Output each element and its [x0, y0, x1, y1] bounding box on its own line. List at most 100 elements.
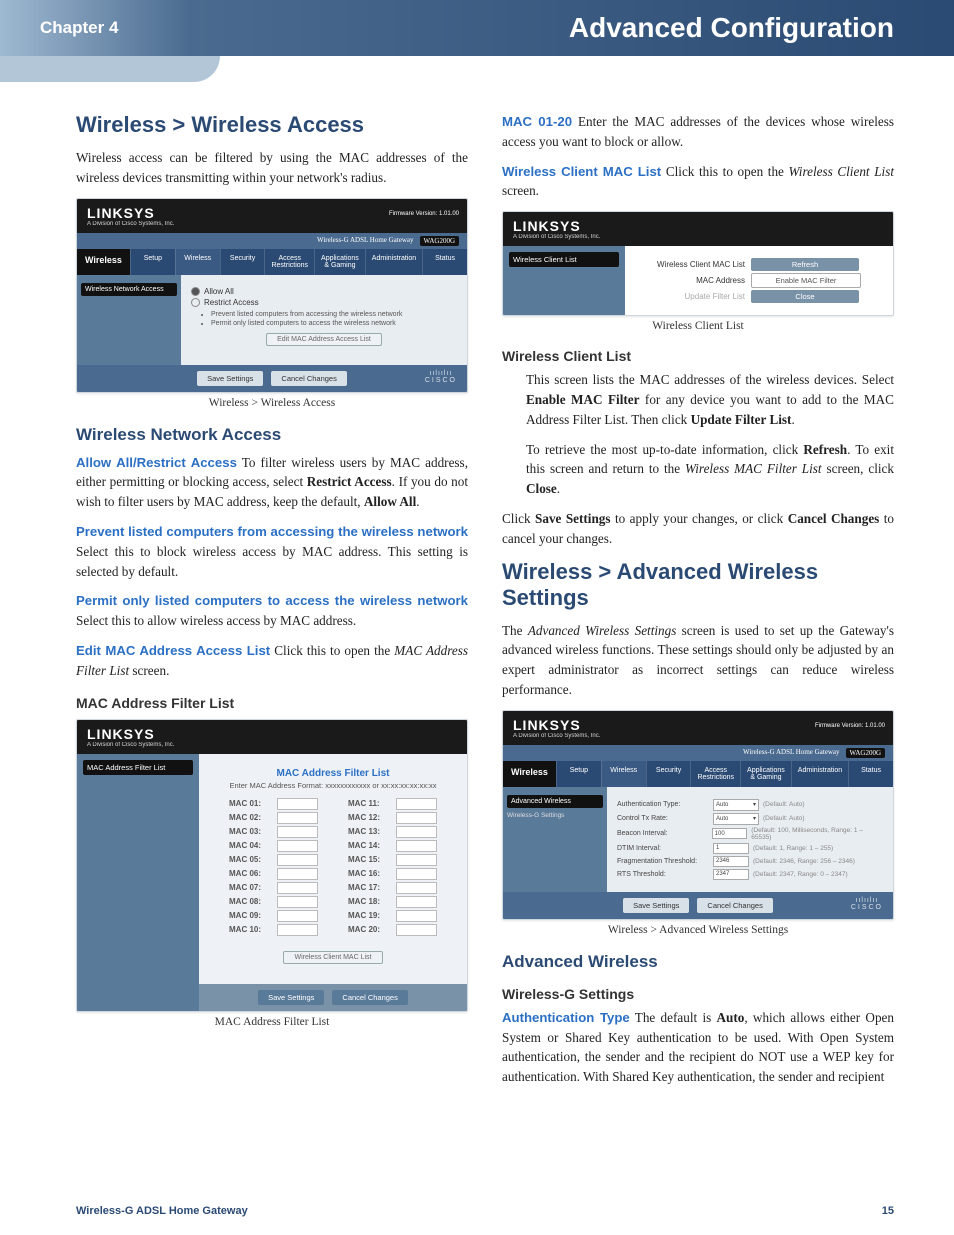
- right-column: MAC 01-20 Enter the MAC addresses of the…: [502, 112, 894, 1097]
- left-column: Wireless > Wireless Access Wireless acce…: [76, 112, 468, 1097]
- subheading-wireless-client-list: Wireless Client List: [502, 348, 894, 364]
- para-client-list-1: This screen lists the MAC addresses of t…: [526, 370, 894, 429]
- mac-field[interactable]: MAC 06:: [229, 868, 318, 880]
- mac-field[interactable]: MAC 18:: [348, 896, 437, 908]
- text-input[interactable]: 2347: [713, 869, 749, 880]
- product-strip: Wireless-G ADSL Home Gateway WAG200G: [503, 745, 893, 761]
- panel-title: MAC Address Filter List: [229, 768, 437, 779]
- settings-footer: Save Settings Cancel Changes: [77, 365, 467, 392]
- side-nav-item: Wireless Client List: [509, 252, 619, 267]
- mac-field[interactable]: MAC 13:: [348, 826, 437, 838]
- select-input[interactable]: Auto▾: [713, 813, 759, 825]
- tab-access-restrictions[interactable]: Access Restrictions: [690, 761, 740, 787]
- text-input[interactable]: 2346: [713, 856, 749, 867]
- figure-advanced-wireless: LINKSYSA Division of Cisco Systems, Inc.…: [502, 710, 894, 920]
- save-settings-button[interactable]: Save Settings: [623, 898, 689, 913]
- tab-status[interactable]: Status: [422, 249, 467, 275]
- tab-administration[interactable]: Administration: [365, 249, 422, 275]
- tab-setup[interactable]: Setup: [556, 761, 601, 787]
- para-prevent-listed: Prevent listed computers from accessing …: [76, 522, 468, 581]
- side-nav-item[interactable]: Wireless Network Access: [81, 283, 177, 296]
- tab-access-restrictions[interactable]: Access Restrictions: [264, 249, 314, 275]
- para-mac-01-20: MAC 01-20 Enter the MAC addresses of the…: [502, 112, 894, 152]
- figure-caption: Wireless > Advanced Wireless Settings: [502, 924, 894, 936]
- para-permit-listed: Permit only listed computers to access t…: [76, 591, 468, 631]
- text-input[interactable]: 100: [712, 828, 748, 839]
- linksys-header: LINKSYSA Division of Cisco Systems, Inc.: [77, 720, 467, 754]
- side-nav-item: MAC Address Filter List: [83, 760, 193, 775]
- mac-field[interactable]: MAC 16:: [348, 868, 437, 880]
- tab-wireless[interactable]: Wireless: [601, 761, 646, 787]
- mac-field[interactable]: MAC 05:: [229, 854, 318, 866]
- side-nav-item[interactable]: Advanced Wireless: [507, 795, 603, 808]
- mac-field[interactable]: MAC 19:: [348, 910, 437, 922]
- edit-mac-list-button[interactable]: Edit MAC Address Access List: [266, 333, 382, 346]
- mac-field[interactable]: MAC 01:: [229, 798, 318, 810]
- section-heading-advanced-wireless: Wireless > Advanced Wireless Settings: [502, 559, 894, 611]
- option-prevent-listed: Prevent listed computers from accessing …: [201, 311, 457, 318]
- nav-section-label: Wireless: [503, 761, 556, 787]
- para-edit-mac-list: Edit MAC Address Access List Click this …: [76, 641, 468, 681]
- mac-field[interactable]: MAC 15:: [348, 854, 437, 866]
- mac-field[interactable]: MAC 08:: [229, 896, 318, 908]
- para-allow-restrict: Allow All/Restrict Access To filter wire…: [76, 453, 468, 512]
- para-auth-type: Authentication Type The default is Auto,…: [502, 1008, 894, 1087]
- mac-field[interactable]: MAC 04:: [229, 840, 318, 852]
- figure-wireless-client-list: LINKSYSA Division of Cisco Systems, Inc.…: [502, 211, 894, 316]
- radio-restrict-access[interactable]: Restrict Access: [191, 298, 457, 307]
- save-settings-button[interactable]: Save Settings: [258, 990, 324, 1005]
- setting-row: Authentication Type:Auto▾(Default: Auto): [617, 799, 883, 811]
- cisco-logo: ıılıılııCISCO: [851, 897, 883, 911]
- cisco-logo: ıılıılııCISCO: [425, 370, 457, 384]
- mac-field[interactable]: MAC 14:: [348, 840, 437, 852]
- cancel-changes-button[interactable]: Cancel Changes: [332, 990, 407, 1005]
- tab-administration[interactable]: Administration: [791, 761, 848, 787]
- text-input[interactable]: 1: [713, 843, 749, 854]
- mac-field[interactable]: MAC 03:: [229, 826, 318, 838]
- product-strip: Wireless-G ADSL Home Gateway WAG200G: [77, 233, 467, 249]
- cancel-changes-button[interactable]: Cancel Changes: [271, 371, 346, 386]
- close-button[interactable]: Close: [751, 290, 859, 303]
- tab-wireless[interactable]: Wireless: [175, 249, 220, 275]
- intro-text: Wireless access can be filtered by using…: [76, 148, 468, 188]
- para-client-list-2: To retrieve the most up-to-date informat…: [526, 440, 894, 499]
- figure-caption: MAC Address Filter List: [76, 1016, 468, 1028]
- radio-allow-all[interactable]: Allow All: [191, 287, 457, 296]
- tab-status[interactable]: Status: [848, 761, 893, 787]
- subheading-network-access: Wireless Network Access: [76, 425, 468, 445]
- save-settings-button[interactable]: Save Settings: [197, 371, 263, 386]
- header-accent: [0, 56, 220, 82]
- chapter-title: Advanced Configuration: [569, 12, 894, 44]
- tab-setup[interactable]: Setup: [130, 249, 175, 275]
- model-badge: WAG200G: [420, 236, 460, 246]
- mac-field[interactable]: MAC 20:: [348, 924, 437, 936]
- mac-field[interactable]: MAC 11:: [348, 798, 437, 810]
- mac-field[interactable]: MAC 09:: [229, 910, 318, 922]
- mac-field[interactable]: MAC 07:: [229, 882, 318, 894]
- firmware-version: Firmware Version: 1.01.00: [389, 211, 459, 217]
- linksys-header: LINKSYSA Division of Cisco Systems, Inc.: [503, 212, 893, 246]
- model-badge: WAG200G: [846, 748, 886, 758]
- refresh-button[interactable]: Refresh: [751, 258, 859, 271]
- mac-field[interactable]: MAC 02:: [229, 812, 318, 824]
- setting-row: Fragmentation Threshold:2346(Default: 23…: [617, 856, 883, 867]
- mac-field[interactable]: MAC 17:: [348, 882, 437, 894]
- chapter-label: Chapter 4: [40, 18, 118, 38]
- mac-field[interactable]: MAC 12:: [348, 812, 437, 824]
- tab-apps-gaming[interactable]: Applications & Gaming: [314, 249, 365, 275]
- enable-mac-filter-button[interactable]: Enable MAC Filter: [751, 273, 861, 288]
- select-input[interactable]: Auto▾: [713, 799, 759, 811]
- mac-field[interactable]: MAC 10:: [229, 924, 318, 936]
- para-wireless-client-mac-list: Wireless Client MAC List Click this to o…: [502, 162, 894, 202]
- nav-section-label: Wireless: [77, 249, 130, 275]
- wireless-client-mac-list-button[interactable]: Wireless Client MAC List: [283, 951, 382, 964]
- tab-security[interactable]: Security: [646, 761, 691, 787]
- tab-security[interactable]: Security: [220, 249, 265, 275]
- intro-advanced-wireless: The Advanced Wireless Settings screen is…: [502, 621, 894, 700]
- main-nav: Wireless Setup Wireless Security Access …: [77, 249, 467, 275]
- main-nav: Wireless Setup Wireless Security Access …: [503, 761, 893, 787]
- cancel-changes-button[interactable]: Cancel Changes: [697, 898, 772, 913]
- tab-apps-gaming[interactable]: Applications & Gaming: [740, 761, 791, 787]
- section-heading-wireless-access: Wireless > Wireless Access: [76, 112, 468, 138]
- linksys-header: LINKSYSA Division of Cisco Systems, Inc.…: [503, 711, 893, 745]
